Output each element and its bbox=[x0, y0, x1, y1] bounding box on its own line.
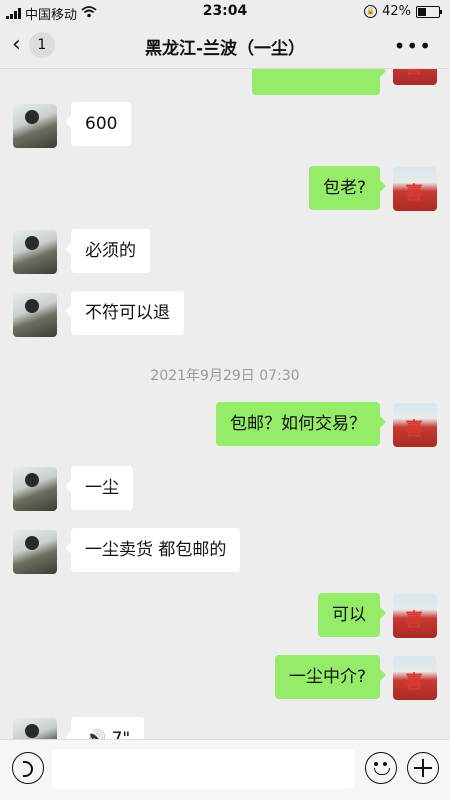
orientation-lock-icon: 🔒 bbox=[364, 5, 378, 18]
emoji-icon[interactable] bbox=[365, 752, 397, 784]
message-bubble[interactable]: 一尘卖货 都包邮的 bbox=[64, 528, 241, 572]
message-bubble[interactable]: 包邮？如何交易？ bbox=[216, 402, 386, 446]
message-timestamp: 2021年9月29日 07:30 bbox=[150, 368, 300, 384]
plus-icon[interactable] bbox=[407, 752, 439, 784]
status-right: 🔒 42% bbox=[364, 4, 442, 19]
message-bubble[interactable]: 包老? bbox=[308, 166, 387, 210]
avatar-contact[interactable] bbox=[13, 293, 57, 337]
avatar-self[interactable] bbox=[393, 403, 437, 447]
message-bubble[interactable]: 一尘 bbox=[65, 466, 133, 510]
message-bubble-partial bbox=[252, 69, 386, 95]
avatar-self[interactable] bbox=[393, 167, 437, 211]
voice-icon[interactable] bbox=[12, 752, 44, 784]
chat-title: 黑龙江-兰波（一尘） bbox=[144, 39, 306, 59]
avatar-contact[interactable] bbox=[13, 467, 57, 511]
voice-message-bubble[interactable]: 🔊 7" bbox=[64, 717, 145, 740]
avatar-contact[interactable] bbox=[13, 230, 57, 274]
status-bar: 中国移动 23:04 🔒 42% bbox=[0, 0, 450, 24]
battery-fill bbox=[418, 7, 426, 16]
chat-header: ‹ 1 黑龙江-兰波（一尘） ••• bbox=[0, 24, 450, 69]
message-bubble[interactable]: 一尘中介? bbox=[274, 655, 387, 699]
message-input[interactable] bbox=[52, 749, 354, 789]
message-bubble[interactable]: 必须的 bbox=[65, 229, 150, 273]
avatar-self[interactable] bbox=[393, 69, 437, 85]
more-icon[interactable]: ••• bbox=[394, 34, 432, 58]
message-bubble[interactable]: 600 bbox=[64, 102, 132, 146]
message-list[interactable]: 600 包老? 必须的 不符可以退 2021年9月29日 07:30 包邮？如何… bbox=[0, 69, 450, 740]
avatar-self[interactable] bbox=[393, 656, 437, 700]
message-bubble[interactable]: 不符可以退 bbox=[65, 291, 184, 335]
avatar-contact[interactable] bbox=[13, 718, 57, 740]
avatar-contact[interactable] bbox=[13, 530, 57, 574]
message-bubble[interactable]: 可以 bbox=[318, 593, 386, 637]
battery-percent: 42% bbox=[382, 4, 411, 19]
avatar-contact[interactable] bbox=[13, 104, 57, 148]
avatar-self[interactable] bbox=[393, 594, 437, 638]
battery-icon bbox=[416, 5, 442, 18]
input-bar bbox=[0, 739, 450, 800]
